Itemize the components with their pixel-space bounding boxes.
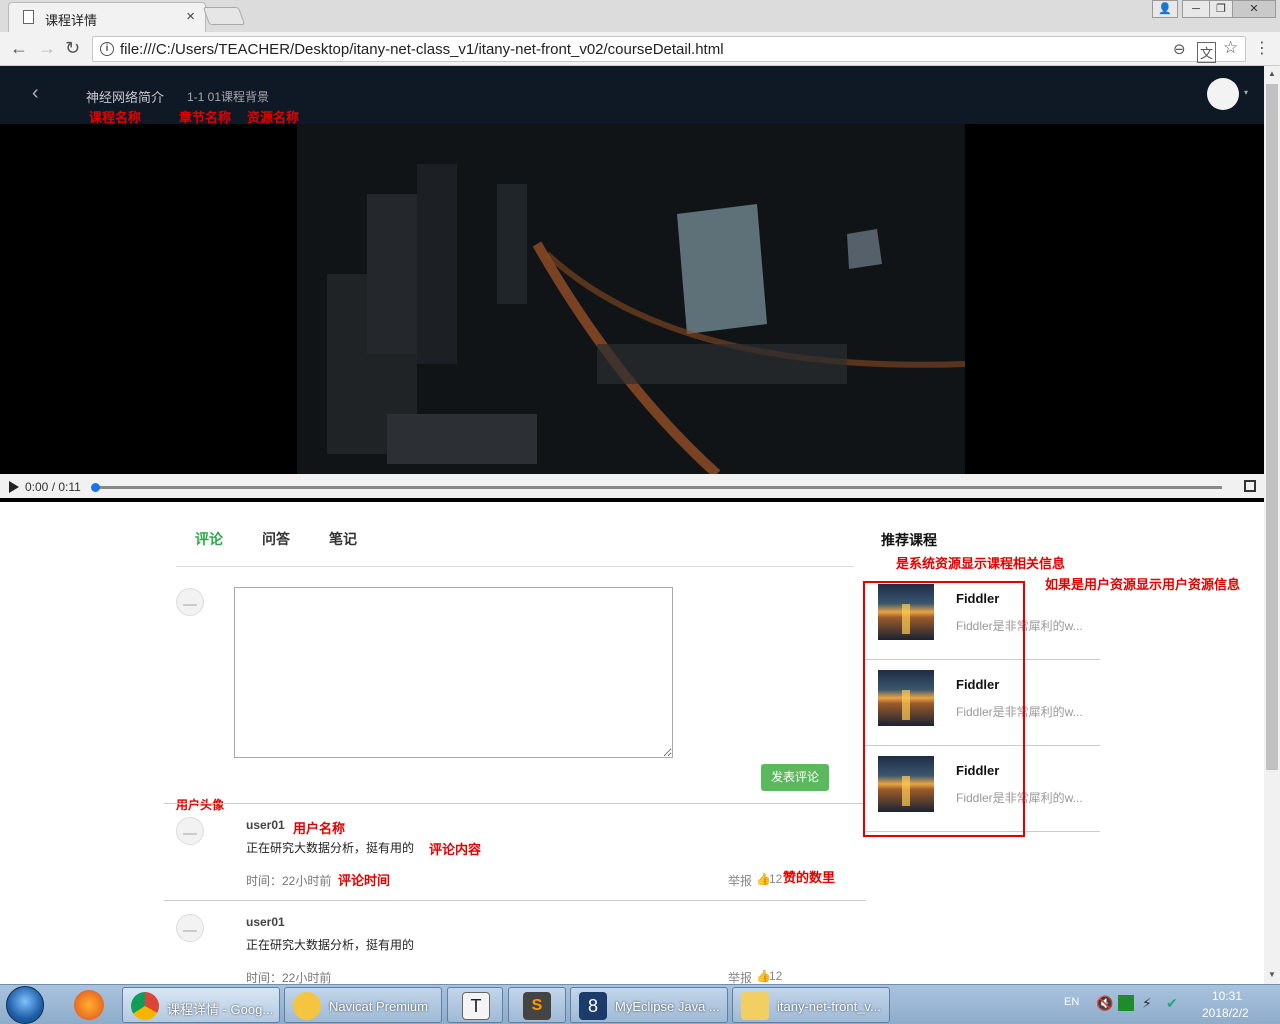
network-icon[interactable]: ⚡ [1142,995,1152,1012]
taskbar-explorer[interactable]: itany-net-front_v... [732,987,890,1023]
tabs-divider [176,566,854,567]
typora-icon: T [462,992,490,1020]
back-chevron-icon[interactable]: ‹ [32,82,39,105]
browser-tab-bar: 课程详情 × 👤 ─ ❐ ✕ [0,0,1280,32]
annotation-user-avatar: 用户头像 [176,798,225,812]
windows-taskbar: 课程详情 - Goog... Navicat Premium T S 8 MyE… [0,984,1280,1024]
document-icon [23,10,34,24]
tray-app-icon[interactable] [1118,995,1134,1011]
taskbar-chrome[interactable]: 课程详情 - Goog... [122,987,280,1023]
sublime-icon: S [523,992,551,1020]
forward-arrow-icon[interactable]: → [38,38,56,59]
reload-icon[interactable]: ↻ [65,38,80,59]
video-controls: 0:00 / 0:11 [0,474,1264,502]
back-arrow-icon[interactable]: ← [10,38,28,59]
current-user-avatar [176,588,204,616]
tab-title: 课程详情 [45,13,98,28]
comment-time: 时间：22小时前 [246,971,332,984]
taskbar-sublime[interactable]: S [508,987,566,1023]
profile-icon[interactable]: 👤 [1152,0,1178,18]
page-content: ‹ 神经网络简介 1-1 01课程背景 ▾ 课程名称 章节名称 资源名称 0:0… [0,66,1264,984]
progress-bar[interactable] [91,483,1222,492]
security-shield-icon[interactable]: ✔ [1166,995,1178,1012]
maximize-button[interactable]: ❐ [1209,0,1233,18]
divider [164,900,866,901]
scroll-up-icon[interactable]: ▲ [1268,69,1276,78]
like-count: 12 [769,969,783,983]
address-bar[interactable]: i file:///C:/Users/TEACHER/Desktop/itany… [92,36,1246,63]
firefox-icon[interactable] [74,990,104,1020]
video-time: 0:00 / 0:11 [25,480,81,494]
report-link[interactable]: 举报 [728,872,752,889]
video-player[interactable] [0,124,1264,474]
taskbar-label: Navicat Premium [329,999,428,1014]
comment-time: 时间：22小时前 [246,874,332,888]
annotation-comment-time: 评论时间 [338,873,391,888]
taskbar-typora[interactable]: T [447,987,503,1023]
submit-comment-button[interactable]: 发表评论 [761,764,829,791]
tab-comments[interactable]: 评论 [195,529,223,549]
comment-user[interactable]: user01 [246,818,285,832]
bookmark-star-icon[interactable]: ☆ [1223,38,1238,58]
user-avatar[interactable] [1207,78,1239,110]
navicat-icon [293,992,321,1020]
clock-date[interactable]: 2018/2/2 [1202,1006,1249,1020]
close-button[interactable]: ✕ [1232,0,1276,18]
video-frame [297,124,965,474]
scroll-down-icon[interactable]: ▼ [1268,970,1276,979]
taskbar-label: 课程详情 - Goog... [167,1002,274,1017]
city-night-scene [297,124,965,474]
volume-muted-icon[interactable]: 🔇 [1096,995,1113,1012]
annotation-highlight-box [863,581,1025,837]
report-link[interactable]: 举报 [728,969,752,984]
myeclipse-icon: 8 [579,992,607,1020]
fullscreen-icon[interactable] [1244,480,1256,492]
tab-notes[interactable]: 笔记 [329,529,357,549]
comment-avatar [176,914,204,942]
zoom-icon[interactable]: ⊖ [1173,40,1186,58]
annotation-user-name: 用户名称 [293,821,346,836]
taskbar-label: MyEclipse Java ... [615,999,720,1014]
folder-icon [741,992,769,1020]
scrollbar-thumb[interactable] [1266,84,1278,770]
progress-handle[interactable] [91,483,100,492]
divider [164,803,866,804]
minimize-button[interactable]: ─ [1182,0,1210,18]
chapter-resource-name: 1-1 01课程背景 [187,90,270,104]
comment-text: 正在研究大数据分析，挺有用的 [246,938,415,952]
tab-close-icon[interactable]: × [186,8,195,25]
browser-toolbar: ← → ↻ i file:///C:/Users/TEACHER/Desktop… [0,32,1280,66]
taskbar-label: itany-net-front_v... [777,999,881,1014]
browser-tab[interactable]: 课程详情 × [8,2,206,32]
comment-avatar [176,817,204,845]
play-icon[interactable] [9,481,19,493]
annotation-comment-content: 评论内容 [429,842,482,857]
like-count: 12 [769,872,783,886]
taskbar-navicat[interactable]: Navicat Premium [284,987,442,1023]
comment-user[interactable]: user01 [246,915,285,929]
course-name: 神经网络简介 [86,90,165,105]
clock-time[interactable]: 10:31 [1212,989,1242,1003]
comment-textarea[interactable] [234,587,673,758]
recommend-title: 推荐课程 [881,532,937,548]
chevron-down-icon[interactable]: ▾ [1244,88,1248,97]
language-indicator[interactable]: EN [1064,996,1079,1008]
page-scrollbar[interactable]: ▲ ▼ [1264,66,1280,984]
comment-text: 正在研究大数据分析，挺有用的 [246,841,415,855]
chrome-icon [131,992,159,1020]
start-button[interactable] [6,986,44,1024]
annotation-like-count: 赞的数里 [783,870,836,885]
menu-icon[interactable]: ⋮ [1254,38,1270,58]
tab-qa[interactable]: 问答 [262,529,290,549]
translate-icon[interactable]: 文 [1197,42,1217,63]
taskbar-myeclipse[interactable]: 8 MyEclipse Java ... [570,987,728,1023]
url-text[interactable]: file:///C:/Users/TEACHER/Desktop/itany-n… [120,41,724,58]
annotation-system-resource: 是系统资源显示课程相关信息 [896,556,1066,571]
new-tab-button[interactable] [202,7,246,25]
info-icon[interactable]: i [100,42,114,56]
